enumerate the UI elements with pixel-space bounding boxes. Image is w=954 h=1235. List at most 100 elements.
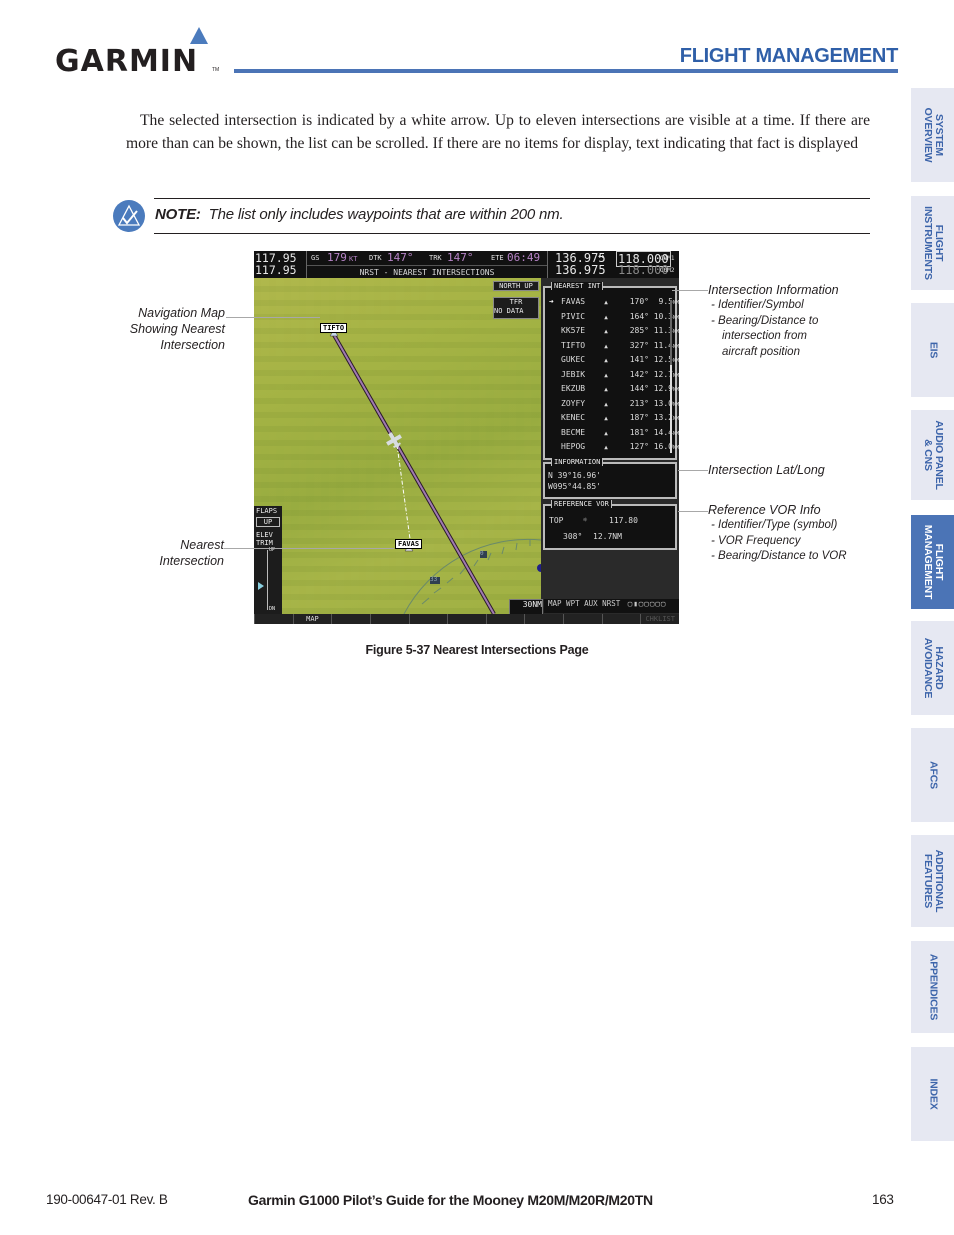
- com2-label: COM2: [660, 267, 675, 274]
- intersection-symbol-icon: ▲: [604, 429, 608, 437]
- chapter-tab-appendices[interactable]: APPENDICES: [911, 941, 954, 1033]
- leader-lat-long: [678, 470, 708, 471]
- page-group-indicator: MAP WPT AUX NRST ▢▮▢▢▢▢▢: [544, 599, 679, 613]
- intersection-identifier: BECME: [561, 427, 586, 437]
- chapter-tab-label-line: INDEX: [927, 1078, 939, 1110]
- chapter-tab-afcs[interactable]: AFCS: [911, 728, 954, 822]
- intersection-row[interactable]: JEBIK ▲ 142° 12.7NM: [549, 368, 679, 383]
- chapter-tab-label: SYSTEM OVERVIEW: [922, 108, 945, 163]
- list-scrollbar[interactable]: [670, 300, 672, 453]
- intersection-identifier: EKZUB: [561, 384, 586, 393]
- distance-unit: NM: [672, 401, 679, 408]
- softkey-blank[interactable]: [369, 614, 409, 624]
- intersection-symbol-icon: ▲: [604, 313, 608, 321]
- map-range[interactable]: 30NM: [509, 599, 543, 615]
- intersection-row[interactable]: TIFTO ▲ 327° 11.4NM: [549, 339, 679, 354]
- chapter-tab-audio-panel-cns[interactable]: AUDIO PANEL & CNS: [911, 410, 954, 500]
- intersection-bearing: 127°: [629, 442, 649, 451]
- softkey-blank[interactable]: [485, 614, 525, 624]
- trademark-mark: TM: [212, 67, 220, 73]
- softkey-chklist[interactable]: CHKLIST: [640, 614, 679, 624]
- leader-nav-map: [226, 317, 320, 318]
- vor-distance: 12.7NM: [593, 532, 622, 541]
- intersection-identifier: HEPOG: [561, 442, 586, 451]
- waypoint-label-tifto[interactable]: TIFTO: [320, 323, 348, 333]
- intersection-row[interactable]: KENEC ▲ 187° 13.2NM: [549, 411, 679, 426]
- intersection-row[interactable]: ➔ FAVAS ▲ 170° 9.5NM: [549, 295, 679, 310]
- garmin-logo: GARMIN: [55, 44, 199, 79]
- navigation-map[interactable]: NORTH UP TFR NO DATA TIFTO FAVAS 33 0: [254, 278, 541, 614]
- chapter-tab-label-line: AUDIO PANEL: [932, 420, 945, 490]
- chapter-tab-label-line: HAZARD: [932, 646, 945, 690]
- softkey-blank[interactable]: [601, 614, 641, 624]
- north-up-button[interactable]: NORTH UP: [493, 281, 539, 291]
- intersection-row[interactable]: KK57E ▲ 285° 11.3NM: [549, 324, 679, 339]
- softkey-blank[interactable]: [254, 614, 293, 624]
- intersection-symbol-icon: ▲: [604, 342, 608, 350]
- softkey-blank[interactable]: [408, 614, 448, 624]
- callout-ref-vor-item: - Identifier/Type (symbol): [711, 519, 838, 531]
- intersection-identifier: TIFTO: [561, 340, 586, 350]
- chapter-tab-hazard-avoidance[interactable]: HAZARD AVOIDANCE: [911, 621, 954, 715]
- intersection-identifier: JEBIK: [561, 369, 586, 379]
- distance-unit: NM: [672, 300, 679, 306]
- intersection-identifier: ZOYFY: [561, 398, 586, 408]
- chapter-tab-label: AFCS: [927, 761, 939, 789]
- nearest-int-title: NEAREST INT: [551, 282, 604, 290]
- callout-ref-vor-title: Reference VOR Info: [708, 503, 821, 517]
- softkey-blank[interactable]: [331, 614, 370, 624]
- intersection-symbol-icon: ▲: [604, 444, 608, 451]
- chapter-tab-additional-features[interactable]: ADDITIONAL FEATURES: [911, 835, 954, 927]
- intersection-row[interactable]: PIVIC ▲ 164° 10.3NM: [549, 310, 679, 325]
- chapter-tab-index[interactable]: INDEX: [911, 1047, 954, 1141]
- footer-doc-number: 190-00647-01 Rev. B: [46, 1192, 168, 1207]
- flaps-label: FLAPS: [256, 507, 278, 515]
- intersection-row[interactable]: BECME ▲ 181° 14.4NM: [549, 426, 679, 441]
- chapter-tab-label-line: SYSTEM: [932, 114, 945, 156]
- intersection-symbol-icon: ▲: [604, 386, 608, 393]
- chapter-tab-label-line: FLIGHT: [932, 543, 945, 581]
- gs-unit: KT: [349, 255, 358, 263]
- intersection-row[interactable]: ZOYFY ▲ 213° 13.0NM: [549, 397, 679, 412]
- right-info-panel: NEAREST INT ➔ FAVAS ▲ 170° 9.5NM PIVIC ▲ 164° 10…: [541, 278, 679, 614]
- map-overlay: [329, 329, 541, 614]
- vor-frequency: 117.80: [609, 516, 638, 525]
- waypoint-label-favas[interactable]: FAVAS: [395, 539, 423, 549]
- chapter-tab-label-line: EIS: [927, 341, 939, 359]
- intersection-bearing: 181°: [629, 427, 649, 437]
- intersection-bearing: 141°: [629, 355, 649, 364]
- softkey-map[interactable]: MAP: [292, 614, 332, 624]
- chapter-tab-system-overview[interactable]: SYSTEM OVERVIEW: [911, 88, 954, 182]
- distance-unit: NM: [672, 387, 679, 393]
- intersection-row[interactable]: HEPOG ▲ 127° 16.0NM: [549, 440, 679, 455]
- softkey-blank[interactable]: [563, 614, 602, 624]
- callout-nearest-line2: Intersection: [159, 554, 224, 568]
- callout-nav-map: Navigation Map Showing Nearest Intersect…: [100, 305, 225, 353]
- flaps-value: UP: [256, 517, 280, 527]
- intersection-row[interactable]: GUKEC ▲ 141° 12.5NM: [549, 353, 679, 368]
- callout-nav-map-line1: Navigation Map: [138, 306, 225, 320]
- chapter-tab-flight-management[interactable]: FLIGHT MANAGEMENT: [911, 515, 954, 609]
- intersection-distance: 13.2NM: [649, 411, 679, 427]
- nearest-int-list: ➔ FAVAS ▲ 170° 9.5NM PIVIC ▲ 164° 10.3NM KK57E ▲ 28…: [549, 295, 679, 455]
- com2-active-frequency: 136.975: [555, 263, 606, 277]
- softkey-blank[interactable]: [524, 614, 563, 624]
- intersection-row[interactable]: EKZUB ▲ 144° 12.9NM: [549, 382, 679, 397]
- chapter-tab-flight-instruments[interactable]: FLIGHT INSTRUMENTS: [911, 196, 954, 290]
- intersection-bearing: 142°: [629, 369, 649, 379]
- chapter-tab-label-line: FLIGHT: [932, 224, 945, 262]
- callout-int-info-item: intersection from: [722, 330, 808, 342]
- header-rule: [234, 69, 898, 73]
- callout-nav-map-line2: Showing Nearest: [129, 322, 225, 336]
- intersection-bearing: 187°: [629, 413, 649, 422]
- intersection-identifier: PIVIC: [561, 311, 586, 321]
- intersection-identifier: KK57E: [561, 326, 586, 335]
- chapter-tab-label-line: ADDITIONAL: [932, 849, 945, 913]
- softkey-blank[interactable]: [447, 614, 486, 624]
- intersection-bearing: 285°: [629, 326, 649, 335]
- scrollbar-thumb[interactable]: [670, 365, 672, 453]
- chapter-tab-eis[interactable]: EIS: [911, 303, 954, 397]
- intersection-bearing: 164°: [629, 311, 649, 321]
- trk-label: TRK: [429, 254, 442, 262]
- trim-dn-label: DN: [269, 606, 276, 612]
